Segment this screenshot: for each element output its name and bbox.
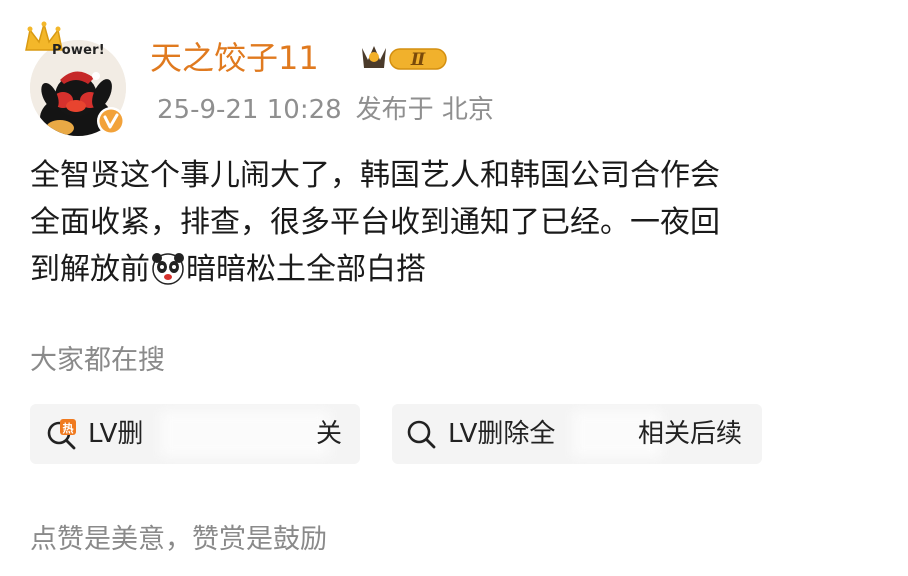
user-avatar[interactable]: Power! [25, 21, 126, 136]
search-icon [407, 420, 436, 449]
chip-text: LV删除全 [448, 419, 556, 449]
post-location: 发布于 北京 [355, 95, 494, 125]
post-body: 全智贤这个事儿闹大了，韩国艺人和韩国公司合作会 全面收紧，排查，很多平台收到通知… [30, 152, 890, 293]
hot-search-icon: 热 [47, 419, 76, 450]
svg-text:热: 热 [63, 421, 74, 435]
verified-badge-icon [97, 107, 125, 135]
reward-hint-text: 点赞是美意，赞赏是鼓励 [30, 524, 327, 555]
post-body-text: 到解放前 [30, 252, 150, 287]
post-body-line: 全面收紧，排查，很多平台收到通知了已经。一夜回 [30, 205, 720, 240]
chip-text: 关 [316, 419, 343, 449]
level-badge-text: Ⅱ [410, 50, 426, 70]
chip-text: LV删 [88, 419, 144, 449]
username[interactable]: 天之饺子11 [150, 36, 319, 80]
avatar-power-text: Power! [52, 43, 105, 58]
post-date: 25-9-21 10:28 [157, 95, 342, 125]
trending-search-chip[interactable]: 热 LV删 关 [30, 404, 360, 464]
chip-text: 相关后续 [638, 419, 743, 449]
trending-search-chip[interactable]: LV删除全 相关后续 [392, 404, 762, 464]
vip-level-badge-icon[interactable]: Ⅱ [356, 40, 452, 76]
panda-emoji-icon [152, 253, 184, 285]
trending-title: 大家都在搜 [30, 345, 165, 376]
weibo-post-page: Power! 天之饺子11 Ⅱ 25-9-21 10:28 发布于 北京 全智贤这… [0, 0, 908, 576]
post-body-line: 到解放前 暗暗松土全部白搭 [30, 246, 890, 293]
post-meta: 25-9-21 10:28 发布于 北京 [157, 92, 494, 128]
post-body-text: 暗暗松土全部白搭 [186, 252, 426, 287]
post-body-line: 全智贤这个事儿闹大了，韩国艺人和韩国公司合作会 [30, 158, 720, 193]
